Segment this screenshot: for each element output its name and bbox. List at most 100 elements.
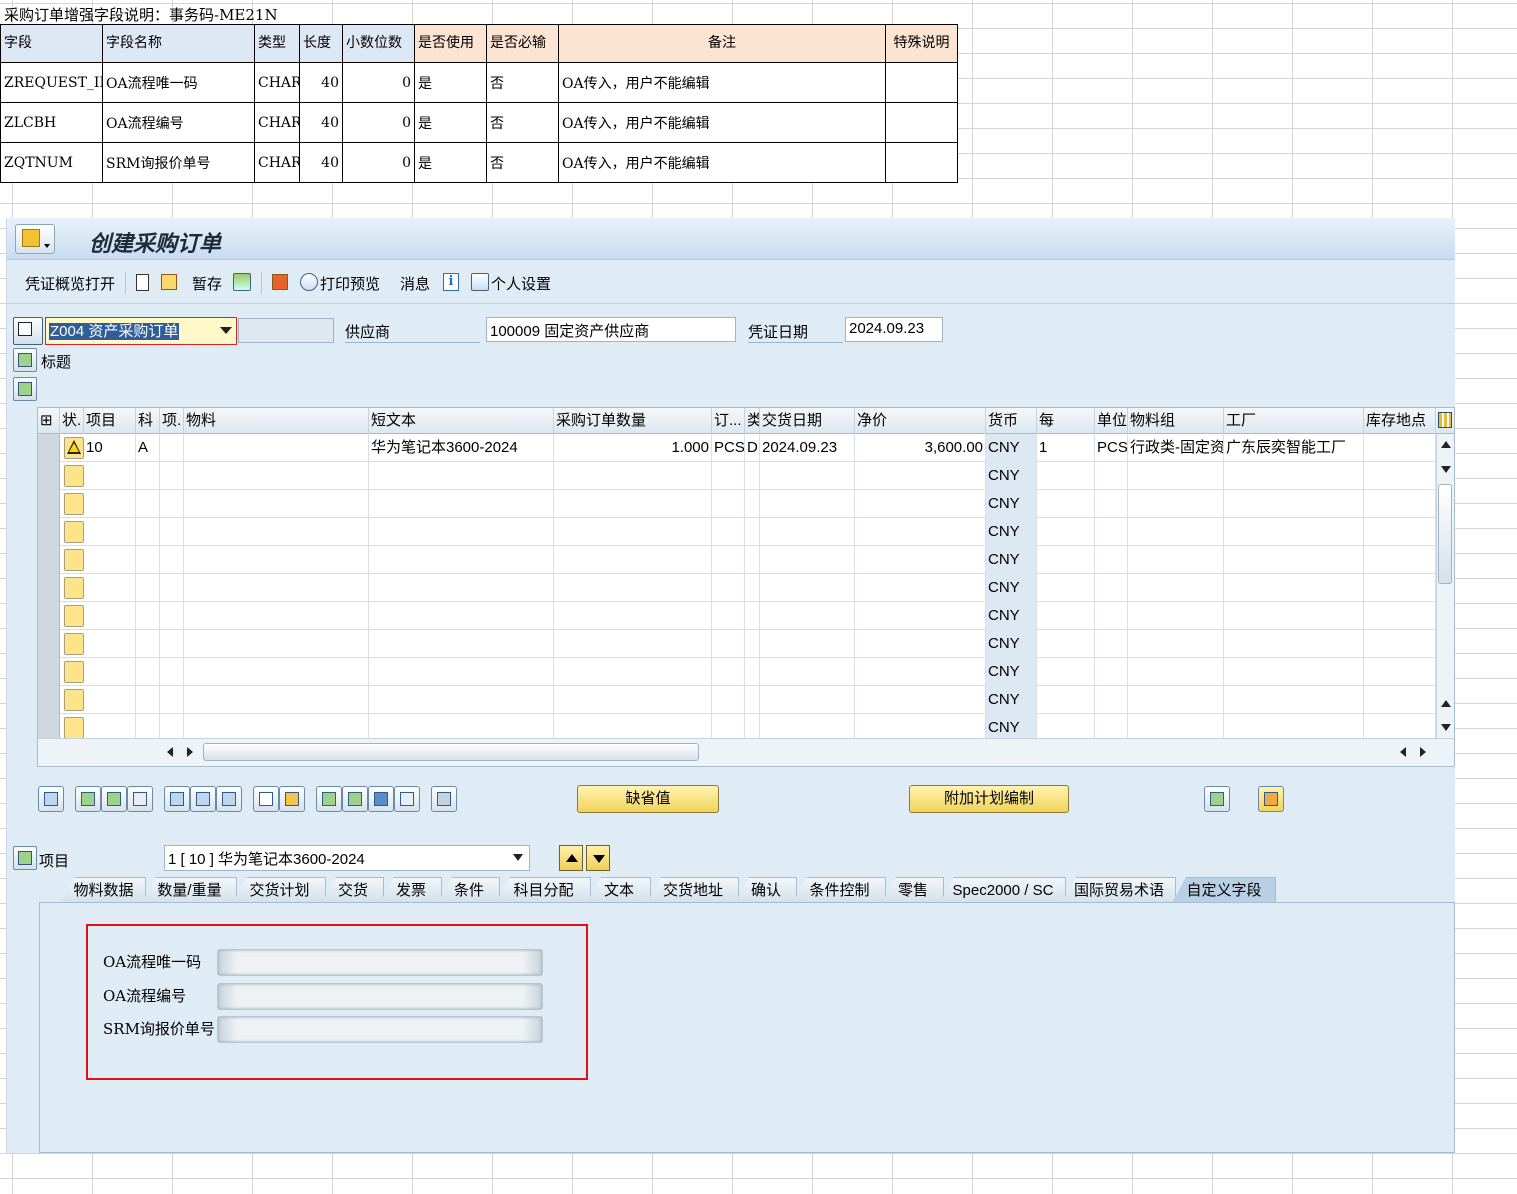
currency-cell[interactable]: CNY xyxy=(986,490,1037,518)
personal-settings-icon[interactable] xyxy=(471,273,489,291)
tab-quantities-weights[interactable]: 数量/重量 xyxy=(142,877,237,903)
scroll-down-icon[interactable] xyxy=(1441,724,1451,731)
grid-cell[interactable] xyxy=(760,462,855,490)
grid-cell[interactable] xyxy=(760,490,855,518)
currency-cell[interactable]: CNY xyxy=(986,518,1037,546)
grid-cell[interactable] xyxy=(760,546,855,574)
grid-cell[interactable] xyxy=(855,686,986,714)
tab-delivery-schedule[interactable]: 交货计划 xyxy=(233,877,326,903)
grid-cell[interactable] xyxy=(760,602,855,630)
per-cell[interactable]: 1 xyxy=(1037,434,1095,462)
grid-cell[interactable] xyxy=(136,462,160,490)
grid-cell[interactable] xyxy=(1224,658,1364,686)
default-values-button[interactable]: 缺省值 xyxy=(577,785,719,813)
grid-cell[interactable] xyxy=(136,574,160,602)
grid-cell[interactable] xyxy=(745,490,760,518)
short-text-cell[interactable]: 华为笔记本3600-2024 xyxy=(369,434,554,462)
supplier-input[interactable]: 100009 固定资产供应商 xyxy=(486,317,736,342)
grid-cell[interactable] xyxy=(1095,462,1128,490)
grid-cell[interactable] xyxy=(1364,462,1436,490)
tab-condition-control[interactable]: 条件控制 xyxy=(793,877,886,903)
column-header[interactable]: 物料 xyxy=(184,408,369,434)
grid-cell[interactable] xyxy=(855,658,986,686)
grid-cell[interactable] xyxy=(136,518,160,546)
item-category-cell[interactable] xyxy=(160,434,184,462)
shopping-cart-icon[interactable] xyxy=(13,317,43,345)
grid-cell[interactable] xyxy=(1364,630,1436,658)
grid-cell[interactable] xyxy=(760,658,855,686)
deselect-all-icon[interactable] xyxy=(127,786,153,812)
table-row[interactable]: CNY xyxy=(38,602,1436,630)
grid-cell[interactable] xyxy=(745,658,760,686)
expand-header-icon[interactable] xyxy=(13,348,37,372)
item-selector-dropdown[interactable]: 1 [ 10 ] 华为笔记本3600-2024 xyxy=(164,845,530,871)
grid-cell[interactable] xyxy=(1037,574,1095,602)
srm-inquiry-number-input[interactable] xyxy=(217,1016,543,1043)
grid-cell[interactable] xyxy=(712,490,745,518)
grid-cell[interactable] xyxy=(855,462,986,490)
grid-cell[interactable] xyxy=(1095,630,1128,658)
tab-incoterms[interactable]: 国际贸易术语 xyxy=(1062,877,1176,903)
clipboard-icon[interactable] xyxy=(431,786,457,812)
hold-button[interactable]: 暂存 xyxy=(192,273,222,294)
grid-cell[interactable] xyxy=(160,518,184,546)
remove-filter-icon[interactable] xyxy=(394,786,420,812)
grid-cell[interactable] xyxy=(184,518,369,546)
grid-cell[interactable] xyxy=(554,574,712,602)
document-type-dropdown[interactable]: Z004 资产采购订单 xyxy=(45,317,237,345)
grid-cell[interactable] xyxy=(1095,602,1128,630)
grid-cell[interactable] xyxy=(369,658,554,686)
row-selector[interactable] xyxy=(38,630,60,658)
grid-cell[interactable] xyxy=(160,574,184,602)
tab-invoice[interactable]: 发票 xyxy=(380,877,442,903)
grid-cell[interactable] xyxy=(712,462,745,490)
grid-cell[interactable] xyxy=(184,630,369,658)
details-icon[interactable] xyxy=(38,786,64,812)
grid-cell[interactable] xyxy=(712,686,745,714)
grid-cell[interactable] xyxy=(136,546,160,574)
column-header[interactable]: 交货日期 xyxy=(760,408,855,434)
delivery-date-cell[interactable]: 2024.09.23 xyxy=(760,434,855,462)
row-selector[interactable] xyxy=(38,546,60,574)
tab-retail[interactable]: 零售 xyxy=(882,877,944,903)
sap-menu-button[interactable] xyxy=(15,224,55,254)
grid-cell[interactable] xyxy=(1224,574,1364,602)
column-header[interactable]: 类 xyxy=(745,408,760,434)
grid-cell[interactable] xyxy=(745,630,760,658)
table-row[interactable]: CNY xyxy=(38,518,1436,546)
plant-cell[interactable]: 广东辰奕智能工厂 xyxy=(1224,434,1364,462)
lock-icon[interactable] xyxy=(190,786,216,812)
quantity-cell[interactable]: 1.000 xyxy=(554,434,712,462)
grid-cell[interactable] xyxy=(712,574,745,602)
grid-cell[interactable] xyxy=(554,546,712,574)
grid-cell[interactable] xyxy=(554,602,712,630)
item-cell[interactable]: 10 xyxy=(84,434,136,462)
grid-cell[interactable] xyxy=(745,574,760,602)
table-row[interactable]: 10 A 华为笔记本3600-2024 1.000 PCS D 2024.09.… xyxy=(38,434,1436,462)
grid-cell[interactable] xyxy=(745,518,760,546)
grid-cell[interactable] xyxy=(1364,686,1436,714)
delete-icon[interactable] xyxy=(164,786,190,812)
vertical-scroll-thumb[interactable] xyxy=(1438,484,1452,584)
grid-cell[interactable] xyxy=(136,686,160,714)
column-header[interactable]: 每 xyxy=(1037,408,1095,434)
grid-cell[interactable] xyxy=(184,490,369,518)
grid-cell[interactable] xyxy=(136,630,160,658)
grid-cell[interactable] xyxy=(712,630,745,658)
column-header[interactable]: 物料组 xyxy=(1128,408,1224,434)
column-header[interactable]: 库存地点 xyxy=(1364,408,1436,434)
grid-cell[interactable] xyxy=(855,630,986,658)
grid-cell[interactable] xyxy=(554,462,712,490)
grid-cell[interactable] xyxy=(184,574,369,602)
expand-item-overview-icon[interactable] xyxy=(13,377,37,401)
grid-cell[interactable] xyxy=(1224,602,1364,630)
horizontal-scroll-thumb[interactable] xyxy=(203,743,699,761)
tab-confirmations[interactable]: 确认 xyxy=(735,877,797,903)
sort-descending-icon[interactable] xyxy=(342,786,368,812)
grid-cell[interactable] xyxy=(760,518,855,546)
column-header[interactable]: 项. xyxy=(160,408,184,434)
grid-cell[interactable] xyxy=(1224,518,1364,546)
grid-cell[interactable] xyxy=(84,518,136,546)
grid-cell[interactable] xyxy=(1037,602,1095,630)
sort-ascending-icon[interactable] xyxy=(316,786,342,812)
